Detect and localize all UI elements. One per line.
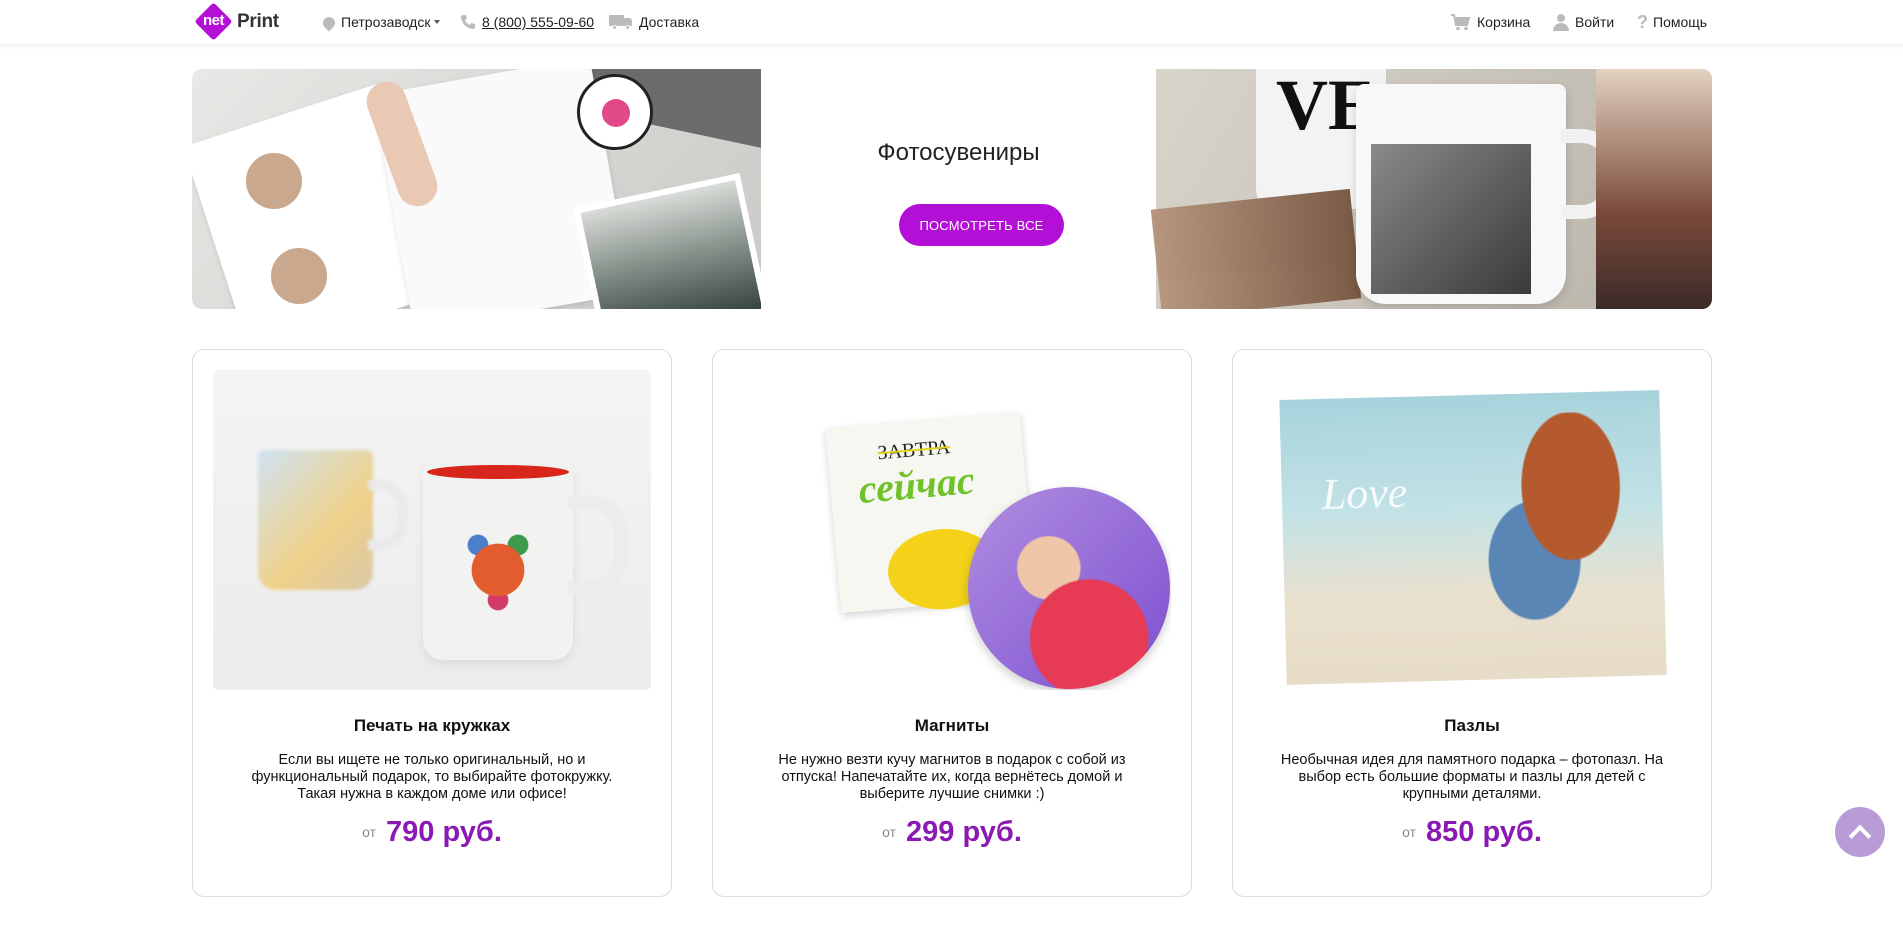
product-description: Не нужно везти кучу магнитов в подарок с…: [778, 752, 1126, 802]
price-prefix: от: [882, 824, 896, 840]
phone-link[interactable]: 8 (800) 555-09-60: [460, 12, 594, 32]
product-image-puzzles[interactable]: Love: [1253, 370, 1691, 690]
product-title[interactable]: Магниты: [713, 716, 1191, 736]
help-link[interactable]: ? Помощь: [1637, 12, 1707, 32]
souvenirs-banner: Фотосувениры ПОСМОТРЕТЬ ВСЕ VE: [192, 69, 1712, 309]
product-card-magnets[interactable]: ЗАВТРА сейчас Магниты Не нужно везти куч…: [712, 349, 1192, 897]
user-icon: [1553, 13, 1569, 31]
cart-link[interactable]: Корзина: [1451, 12, 1530, 32]
price-value: 790 руб.: [386, 816, 502, 848]
cart-icon: [1451, 13, 1471, 30]
help-label: Помощь: [1653, 14, 1708, 30]
scroll-to-top-button[interactable]: [1835, 807, 1885, 857]
site-header: net Print Петрозаводск 8 (800) 555-09-60…: [0, 0, 1903, 44]
help-icon: ?: [1637, 11, 1648, 32]
price-value: 299 руб.: [906, 816, 1022, 848]
delivery-label: Доставка: [639, 14, 700, 30]
product-card-mugs[interactable]: Печать на кружках Если вы ищете не тольк…: [192, 349, 672, 897]
product-description: Необычная идея для памятного подарка – ф…: [1280, 752, 1664, 802]
product-price: от 299 руб.: [713, 816, 1191, 849]
product-card-puzzles[interactable]: Love Пазлы Необычная идея для памятного …: [1232, 349, 1712, 897]
product-title[interactable]: Пазлы: [1233, 716, 1711, 736]
product-price: от 790 руб.: [193, 816, 671, 849]
product-description: Если вы ищете не только оригинальный, но…: [251, 752, 613, 802]
product-price: от 850 руб.: [1233, 816, 1711, 849]
location-icon: [320, 14, 338, 32]
phone-icon: [461, 15, 475, 29]
price-prefix: от: [362, 824, 376, 840]
product-image-mugs[interactable]: [213, 370, 651, 690]
banner-title: Фотосувениры: [877, 139, 1040, 166]
logo-mark: net: [195, 3, 233, 41]
phone-number: 8 (800) 555-09-60: [482, 14, 595, 30]
price-prefix: от: [1402, 824, 1416, 840]
product-image-magnets[interactable]: ЗАВТРА сейчас: [733, 370, 1171, 690]
chevron-up-icon: [1848, 824, 1872, 848]
delivery-link[interactable]: Доставка: [609, 12, 699, 32]
price-value: 850 руб.: [1426, 816, 1542, 848]
city-label: Петрозаводск: [341, 14, 431, 30]
logo-prefix: net: [203, 12, 225, 29]
login-link[interactable]: Войти: [1553, 12, 1614, 32]
chevron-down-icon: [434, 20, 441, 24]
logo-suffix: Print: [237, 11, 279, 32]
city-selector[interactable]: Петрозаводск: [320, 12, 441, 32]
banner-image-stickers: [192, 69, 809, 309]
logo[interactable]: net Print: [195, 3, 279, 41]
truck-icon: [609, 14, 633, 30]
banner-center: Фотосувениры ПОСМОТРЕТЬ ВСЕ: [761, 69, 1156, 309]
view-all-button[interactable]: ПОСМОТРЕТЬ ВСЕ: [899, 204, 1064, 246]
product-title[interactable]: Печать на кружках: [193, 716, 671, 736]
banner-image-mugs: VE: [1150, 69, 1712, 309]
cart-label: Корзина: [1477, 14, 1531, 30]
login-label: Войти: [1575, 14, 1615, 30]
